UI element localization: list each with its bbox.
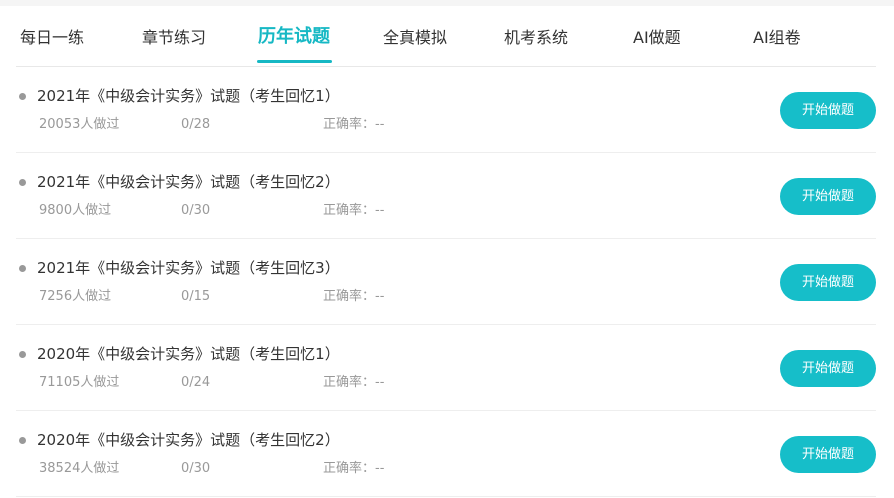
accuracy-value: -- — [375, 461, 385, 476]
start-exam-button[interactable]: 开始做题 — [780, 264, 876, 301]
participant-count: 38524人做过 — [39, 461, 120, 476]
accuracy-label: 正确率： — [323, 117, 376, 132]
accuracy-value: -- — [375, 203, 385, 218]
accuracy-label: 正确率： — [323, 203, 376, 218]
start-exam-button[interactable]: 开始做题 — [780, 92, 876, 129]
participant-count: 71105人做过 — [39, 375, 120, 390]
accuracy-label: 正确率： — [323, 375, 376, 390]
progress-text: 0/30 — [181, 203, 211, 218]
accuracy-label: 正确率： — [323, 289, 376, 304]
exam-title[interactable]: 2021年《中级会计实务》试题（考生回忆2） — [37, 171, 340, 193]
accuracy-label: 正确率： — [323, 461, 376, 476]
exam-row: 2020年《中级会计实务》试题（考生回忆2） 38524人做过 0/30 正确率… — [16, 411, 876, 497]
accuracy-text: 正确率：-- — [323, 288, 384, 306]
progress-text: 0/28 — [181, 117, 211, 132]
tab-chapter-practice[interactable]: 章节练习 — [142, 28, 206, 48]
exam-title[interactable]: 2021年《中级会计实务》试题（考生回忆3） — [37, 257, 340, 279]
participant-count: 20053人做过 — [39, 117, 120, 132]
accuracy-text: 正确率：-- — [323, 202, 384, 220]
participant-count: 9800人做过 — [39, 203, 112, 218]
tab-bar: 每日一练 章节练习 历年试题 全真模拟 机考系统 AI做题 AI组卷 — [16, 6, 876, 67]
participant-count: 7256人做过 — [39, 289, 112, 304]
tab-ai-compose[interactable]: AI组卷 — [753, 28, 801, 48]
bullet-dot — [19, 265, 26, 272]
accuracy-text: 正确率：-- — [323, 374, 384, 392]
tab-daily-practice[interactable]: 每日一练 — [20, 28, 84, 48]
exam-title[interactable]: 2020年《中级会计实务》试题（考生回忆2） — [37, 429, 340, 451]
exam-title[interactable]: 2021年《中级会计实务》试题（考生回忆1） — [37, 85, 340, 107]
tab-past-exams[interactable]: 历年试题 — [258, 27, 330, 47]
start-exam-button[interactable]: 开始做题 — [780, 436, 876, 473]
accuracy-text: 正确率：-- — [323, 460, 384, 478]
accuracy-value: -- — [375, 289, 385, 304]
start-exam-button[interactable]: 开始做题 — [780, 178, 876, 215]
tab-computer-exam-system[interactable]: 机考系统 — [504, 28, 568, 48]
tab-mock-exam[interactable]: 全真模拟 — [383, 28, 447, 48]
accuracy-value: -- — [375, 117, 385, 132]
exam-row: 2020年《中级会计实务》试题（考生回忆1） 71105人做过 0/24 正确率… — [16, 325, 876, 411]
exam-row: 2021年《中级会计实务》试题（考生回忆1） 20053人做过 0/28 正确率… — [16, 67, 876, 153]
exam-title[interactable]: 2020年《中级会计实务》试题（考生回忆1） — [37, 343, 340, 365]
exam-list: 2021年《中级会计实务》试题（考生回忆1） 20053人做过 0/28 正确率… — [16, 67, 876, 497]
active-tab-indicator — [257, 60, 332, 63]
progress-text: 0/24 — [181, 375, 211, 390]
start-exam-button[interactable]: 开始做题 — [780, 350, 876, 387]
tab-ai-practice[interactable]: AI做题 — [633, 28, 681, 48]
accuracy-value: -- — [375, 375, 385, 390]
exam-row: 2021年《中级会计实务》试题（考生回忆3） 7256人做过 0/15 正确率：… — [16, 239, 876, 325]
bullet-dot — [19, 93, 26, 100]
bullet-dot — [19, 351, 26, 358]
exam-row: 2021年《中级会计实务》试题（考生回忆2） 9800人做过 0/30 正确率：… — [16, 153, 876, 239]
progress-text: 0/30 — [181, 461, 211, 476]
progress-text: 0/15 — [181, 289, 211, 304]
bullet-dot — [19, 437, 26, 444]
bullet-dot — [19, 179, 26, 186]
accuracy-text: 正确率：-- — [323, 116, 384, 134]
